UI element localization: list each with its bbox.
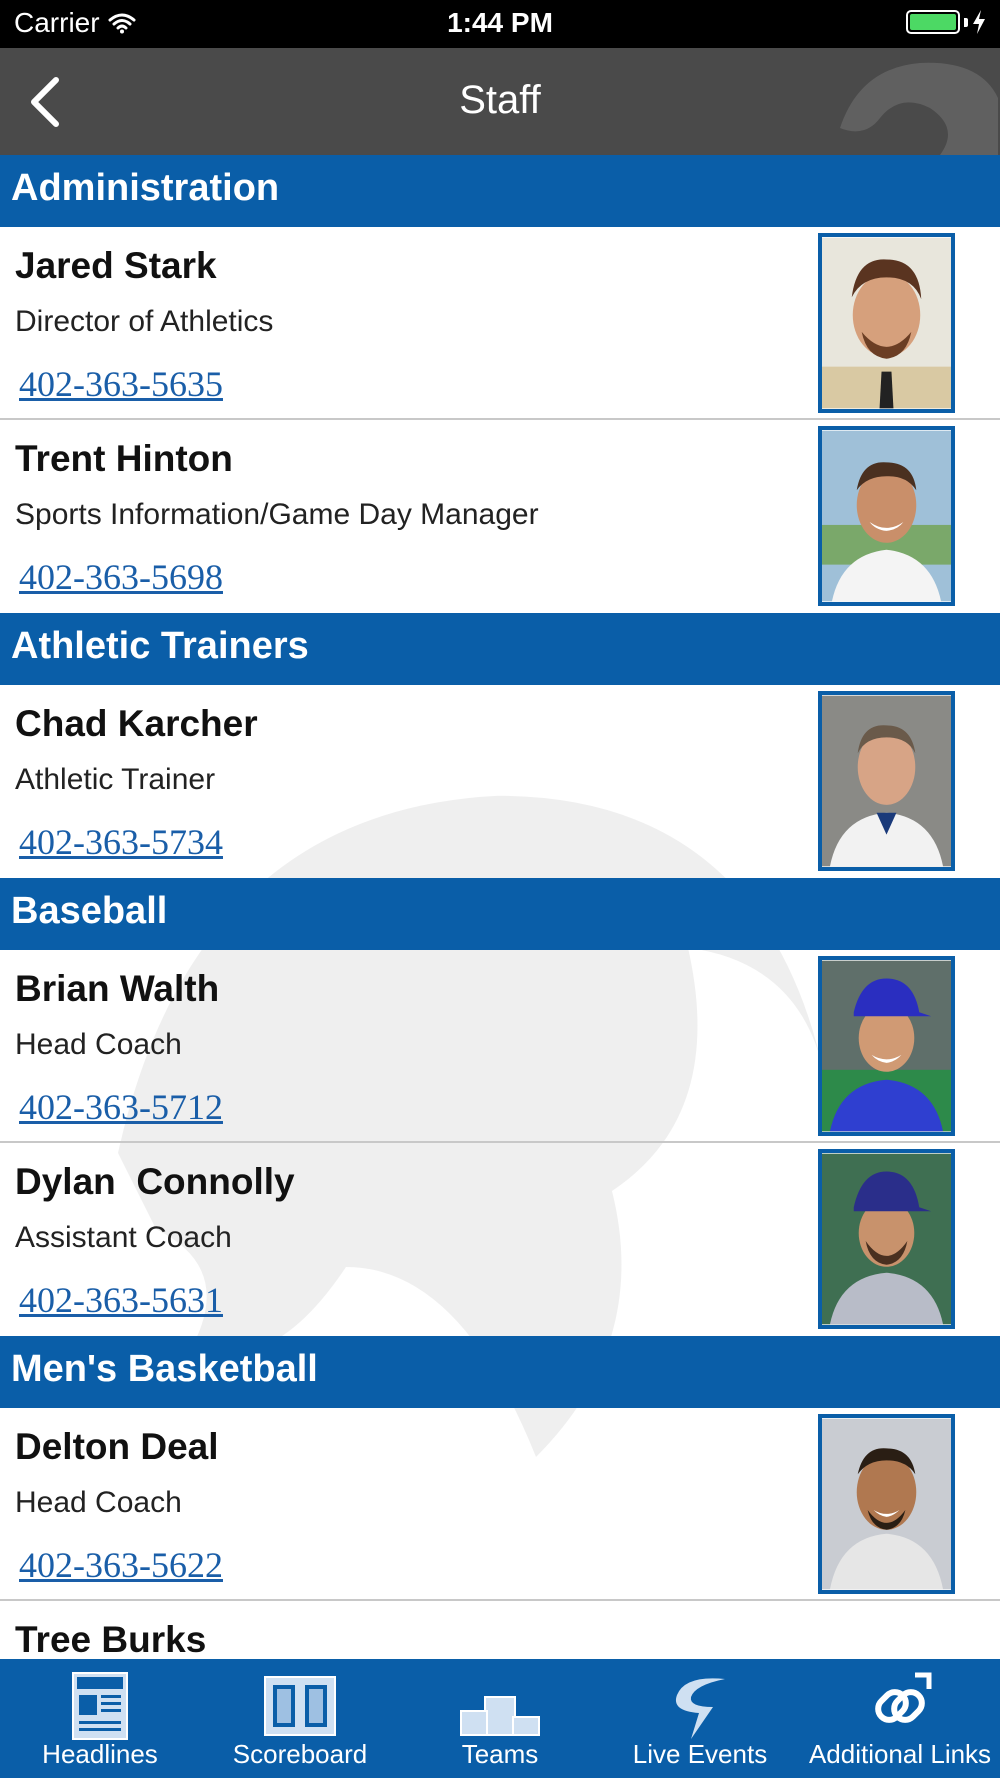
section-header-mens-basketball: Men's Basketball	[0, 1336, 1000, 1408]
staff-phone-link[interactable]: 402-363-5635	[19, 363, 223, 405]
section-header-administration: Administration	[0, 155, 1000, 227]
staff-photo	[818, 426, 955, 606]
staff-phone-link[interactable]: 402-363-5622	[19, 1544, 223, 1586]
podium-icon	[460, 1696, 540, 1736]
staff-role: Head Coach	[15, 1028, 182, 1061]
tab-bar: Headlines Scoreboard Teams Live Events A…	[0, 1659, 1000, 1778]
newspaper-icon	[72, 1672, 128, 1740]
tab-label: Scoreboard	[232, 1739, 368, 1769]
staff-photo	[818, 691, 955, 871]
staff-role: Sports Information/Game Day Manager	[15, 498, 539, 531]
staff-name: Delton Deal	[15, 1426, 219, 1467]
staff-phone-link[interactable]: 402-363-5712	[19, 1086, 223, 1128]
staff-avatar	[822, 1153, 951, 1325]
staff-name: Trent Hinton	[15, 438, 233, 479]
staff-phone-link[interactable]: 402-363-5698	[19, 556, 223, 598]
scoreboard-icon	[264, 1676, 336, 1736]
links-icon	[875, 1672, 932, 1723]
tab-label: Live Events	[632, 1739, 768, 1769]
staff-role: Assistant Coach	[15, 1221, 232, 1254]
staff-name: Brian Walth	[15, 968, 220, 1009]
staff-row: Delton Deal Head Coach 402-363-5622	[0, 1408, 1000, 1601]
battery-icon	[906, 10, 960, 34]
staff-name: Dylan Connolly	[15, 1161, 295, 1202]
charging-bolt-icon	[973, 10, 985, 34]
navigation-bar: Staff	[0, 48, 1000, 155]
staff-avatar	[822, 237, 951, 409]
clock: 1:44 PM	[447, 7, 553, 38]
tab-label: Headlines	[42, 1739, 158, 1769]
staff-directory: Administration Jared Stark Director of A…	[0, 155, 1000, 1659]
live-events-icon	[675, 1678, 725, 1739]
staff-avatar	[822, 430, 951, 602]
staff-name: Tree Burks	[15, 1619, 207, 1659]
tab-scoreboard[interactable]: Scoreboard	[200, 1659, 400, 1778]
section-header-baseball: Baseball	[0, 878, 1000, 950]
tab-live-events[interactable]: Live Events	[600, 1659, 800, 1778]
status-bar: Carrier 1:44 PM	[0, 0, 1000, 48]
staff-row: Dylan Connolly Assistant Coach 402-363-5…	[0, 1143, 1000, 1336]
staff-name: Chad Karcher	[15, 703, 258, 744]
staff-row: Tree Burks	[0, 1601, 1000, 1659]
staff-phone-link[interactable]: 402-363-5734	[19, 821, 223, 863]
staff-name: Jared Stark	[15, 245, 217, 286]
tab-additional-links[interactable]: Additional Links	[800, 1659, 1000, 1778]
staff-role: Athletic Trainer	[15, 763, 216, 796]
staff-role: Director of Athletics	[15, 305, 274, 338]
battery-indicator	[906, 10, 986, 34]
staff-phone-link[interactable]: 402-363-5631	[19, 1279, 223, 1321]
staff-row: Brian Walth Head Coach 402-363-5712	[0, 950, 1000, 1143]
tab-teams[interactable]: Teams	[400, 1659, 600, 1778]
staff-avatar	[822, 1418, 951, 1590]
staff-avatar	[822, 960, 951, 1132]
tab-label: Additional Links	[808, 1739, 992, 1769]
staff-photo	[818, 956, 955, 1136]
staff-row: Chad Karcher Athletic Trainer 402-363-57…	[0, 685, 1000, 878]
staff-row: Jared Stark Director of Athletics 402-36…	[0, 227, 1000, 420]
staff-photo	[818, 233, 955, 413]
staff-photo	[818, 1149, 955, 1329]
staff-photo	[818, 1414, 955, 1594]
staff-avatar	[822, 695, 951, 867]
staff-role: Head Coach	[15, 1486, 182, 1519]
panther-logo-icon	[840, 62, 998, 155]
staff-row: Trent Hinton Sports Information/Game Day…	[0, 420, 1000, 613]
tab-label: Teams	[461, 1739, 539, 1769]
section-header-athletic-trainers: Athletic Trainers	[0, 613, 1000, 685]
tab-headlines[interactable]: Headlines	[0, 1659, 200, 1778]
